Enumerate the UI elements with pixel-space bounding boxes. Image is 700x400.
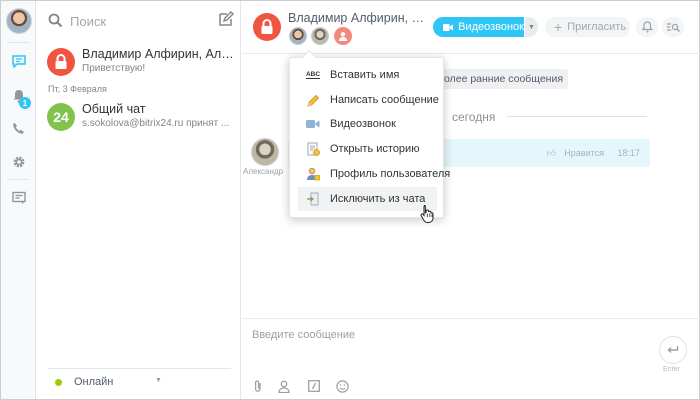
load-older-messages-button[interactable]: олее ранние сообщения (432, 69, 568, 89)
video-call-dropdown[interactable]: ▼ (525, 17, 538, 37)
new-chat-icon[interactable] (218, 11, 234, 32)
video-camera-icon (443, 23, 454, 31)
chat-title[interactable]: Владимир Алфирин, Алексан... (288, 11, 425, 25)
search-bar (48, 11, 234, 31)
menu-item-label: Вставить имя (330, 69, 400, 81)
member-avatar[interactable] (334, 27, 352, 45)
menu-item-label: Написать сообщение (330, 94, 439, 106)
date-divider: Пт, 3 Февраля (48, 84, 107, 94)
menu-item-label: Исключить из чата (330, 193, 426, 205)
divider (507, 116, 647, 117)
recent-chat-last-message: s.sokolova@bitrix24.ru принят ... (82, 118, 230, 129)
recent-chat-item[interactable]: Владимир Алфирин, Алексан... Приветствую… (36, 46, 241, 86)
recent-chats-panel: Владимир Алфирин, Алексан... Приветствую… (36, 1, 241, 399)
abc-icon: ABC (305, 71, 321, 79)
group-chat-avatar (47, 48, 75, 76)
menu-item-user-profile[interactable]: Профиль пользователя (298, 162, 450, 186)
bell-icon (641, 21, 653, 33)
send-hint: Enter (663, 366, 680, 373)
chat-avatar[interactable] (253, 13, 281, 41)
member-avatar[interactable] (311, 27, 329, 45)
menu-item-label: Видеозвонок (330, 118, 396, 130)
online-status-dot (55, 379, 62, 386)
menu-item-label: Открыть историю (330, 143, 420, 155)
contact-list-icon[interactable] (10, 189, 27, 206)
plus-icon: + (554, 19, 563, 35)
menu-item-label: Профиль пользователя (330, 168, 451, 180)
smile-icon[interactable] (335, 379, 349, 393)
chat-bubble-icon[interactable] (10, 53, 27, 70)
command-icon[interactable] (307, 379, 321, 393)
current-user-avatar[interactable] (6, 8, 32, 34)
search-input[interactable] (70, 11, 200, 31)
member-avatar[interactable] (289, 27, 307, 45)
exit-chat-icon (305, 191, 321, 207)
paperclip-icon[interactable] (251, 379, 265, 393)
like-button[interactable]: Нравится (564, 148, 604, 158)
search-messages-button[interactable] (662, 17, 684, 37)
chevron-down-icon: ▼ (155, 377, 162, 384)
history-icon (305, 141, 321, 157)
video-camera-icon (305, 116, 321, 132)
message-author-name: Александр (243, 167, 284, 176)
menu-item-remove-from-chat[interactable]: Исключить из чата (298, 187, 437, 211)
user-profile-icon (305, 166, 321, 182)
enter-icon (667, 346, 679, 353)
participant-context-menu: ABC Вставить имя Написать сообщение Виде… (289, 49, 450, 218)
rail-divider (7, 42, 29, 43)
thumbs-up-icon[interactable]: 👍︎ (547, 148, 556, 159)
menu-item-open-history[interactable]: Открыть историю (298, 137, 437, 161)
recent-chat-title: Общий чат (82, 102, 146, 116)
menu-item-insert-name[interactable]: ABC Вставить имя (298, 63, 437, 87)
message-author-avatar[interactable] (251, 138, 279, 166)
recent-chat-last-message: Приветствую! (82, 63, 146, 74)
user-icon (339, 32, 347, 41)
menu-item-video-call[interactable]: Видеозвонок (298, 112, 437, 136)
search-list-icon (666, 22, 680, 32)
status-selector[interactable]: Онлайн ▼ (48, 368, 231, 398)
lock-icon (55, 54, 67, 69)
lock-icon (261, 19, 273, 34)
video-call-label: Видеозвонок (458, 21, 524, 33)
recent-chat-title: Владимир Алфирин, Алексан... (82, 47, 237, 61)
chat-header: Владимир Алфирин, Алексан... Видеозвонок… (242, 1, 700, 54)
message-composer: Enter (242, 318, 700, 399)
status-label: Онлайн (74, 376, 114, 388)
phone-icon[interactable] (10, 120, 27, 137)
gear-icon[interactable] (10, 153, 27, 170)
message-time: 18:17 (617, 148, 640, 158)
message-input[interactable] (252, 325, 642, 345)
invite-label: Пригласить (567, 21, 627, 33)
general-chat-avatar: 24 (47, 103, 75, 131)
invite-button[interactable]: + Пригласить (545, 17, 630, 37)
notifications-toggle[interactable] (636, 17, 658, 37)
menu-item-write-message[interactable]: Написать сообщение (298, 88, 439, 112)
hand-cursor-icon (420, 204, 434, 228)
user-mention-icon[interactable] (277, 379, 291, 393)
video-call-button[interactable]: Видеозвонок (433, 17, 524, 37)
rail-divider (7, 179, 29, 180)
send-button[interactable] (659, 336, 687, 364)
pencil-icon (305, 92, 321, 108)
left-rail: 1 (1, 1, 36, 399)
notifications-badge: 1 (19, 97, 31, 109)
messenger-window: 1 Владимир Алфирин, Алексан... (0, 0, 700, 400)
day-label: сегодня (452, 110, 496, 124)
recent-chat-item[interactable]: 24 Общий чат s.sokolova@bitrix24.ru прин… (36, 101, 241, 141)
search-icon (48, 13, 63, 33)
